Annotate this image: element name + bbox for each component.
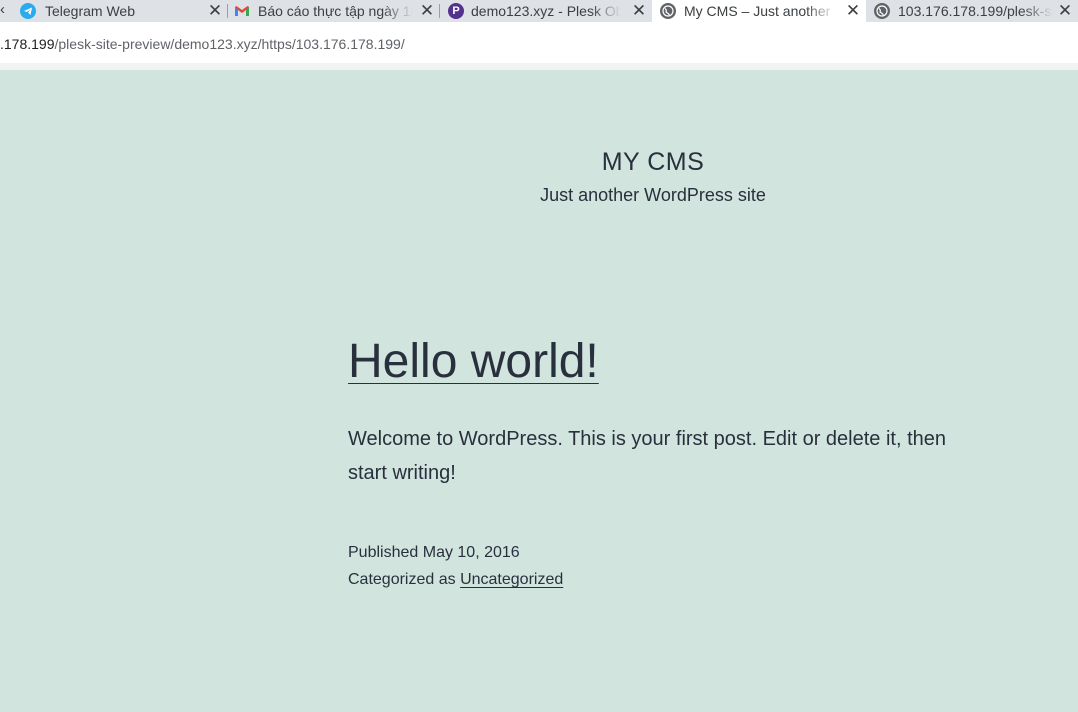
tab-my-cms-active[interactable]: My CMS – Just another WordPress site ✕ (652, 0, 866, 22)
tab-title: My CMS – Just another WordPress site (684, 3, 836, 19)
tab-plesk-preview[interactable]: 103.176.178.199/plesk-site-preview ✕ (866, 0, 1078, 22)
post-category: Categorized as Uncategorized (348, 569, 563, 591)
tab-title: Báo cáo thực tập ngày 18 (258, 3, 413, 19)
toolbar-divider (0, 63, 1078, 70)
published-date: May 10, 2016 (422, 544, 520, 561)
plesk-icon: P (448, 3, 464, 19)
post-published: Published May 10, 2016 (348, 542, 520, 564)
site-tagline: Just another WordPress site (540, 185, 766, 205)
post-body: Welcome to WordPress. This is your first… (348, 428, 947, 484)
site-title[interactable]: MY CMS (0, 148, 1078, 177)
close-tab-icon[interactable]: ✕ (418, 1, 436, 21)
categorized-label: Categorized as (348, 571, 456, 588)
close-tab-icon[interactable]: ✕ (206, 1, 224, 21)
telegram-icon (20, 3, 36, 19)
tab-gmail[interactable]: Báo cáo thực tập ngày 18 ✕ (228, 0, 440, 22)
published-label: Published (348, 544, 419, 561)
close-tab-icon[interactable]: ✕ (844, 1, 862, 21)
tab-scroll-left-icon[interactable]: ‹ (0, 1, 10, 18)
browser-toolbar: .178.199/plesk-site-preview/demo123.xyz/… (0, 22, 1078, 70)
gmail-icon (234, 3, 250, 19)
tab-telegram[interactable]: Telegram Web ✕ (12, 0, 228, 22)
address-bar[interactable]: .178.199/plesk-site-preview/demo123.xyz/… (0, 36, 405, 52)
post-title-link[interactable]: Hello world! (348, 334, 599, 390)
address-path: /plesk-site-preview/demo123.xyz/https/10… (54, 36, 405, 52)
tab-title: demo123.xyz - Plesk Obsidian (471, 3, 621, 19)
tab-plesk[interactable]: P demo123.xyz - Plesk Obsidian ✕ (440, 0, 652, 22)
tab-title: Telegram Web (45, 3, 136, 19)
tab-strip: ‹ Telegram Web ✕ Báo cáo thực tập ngày 1… (0, 0, 1078, 22)
close-tab-icon[interactable]: ✕ (630, 1, 648, 21)
tab-title: 103.176.178.199/plesk-site-preview (898, 3, 1053, 19)
address-host: .178.199 (0, 36, 55, 52)
category-link[interactable]: Uncategorized (460, 571, 563, 588)
close-tab-icon[interactable]: ✕ (1056, 1, 1074, 21)
globe-icon (874, 3, 890, 19)
globe-icon (660, 3, 676, 19)
